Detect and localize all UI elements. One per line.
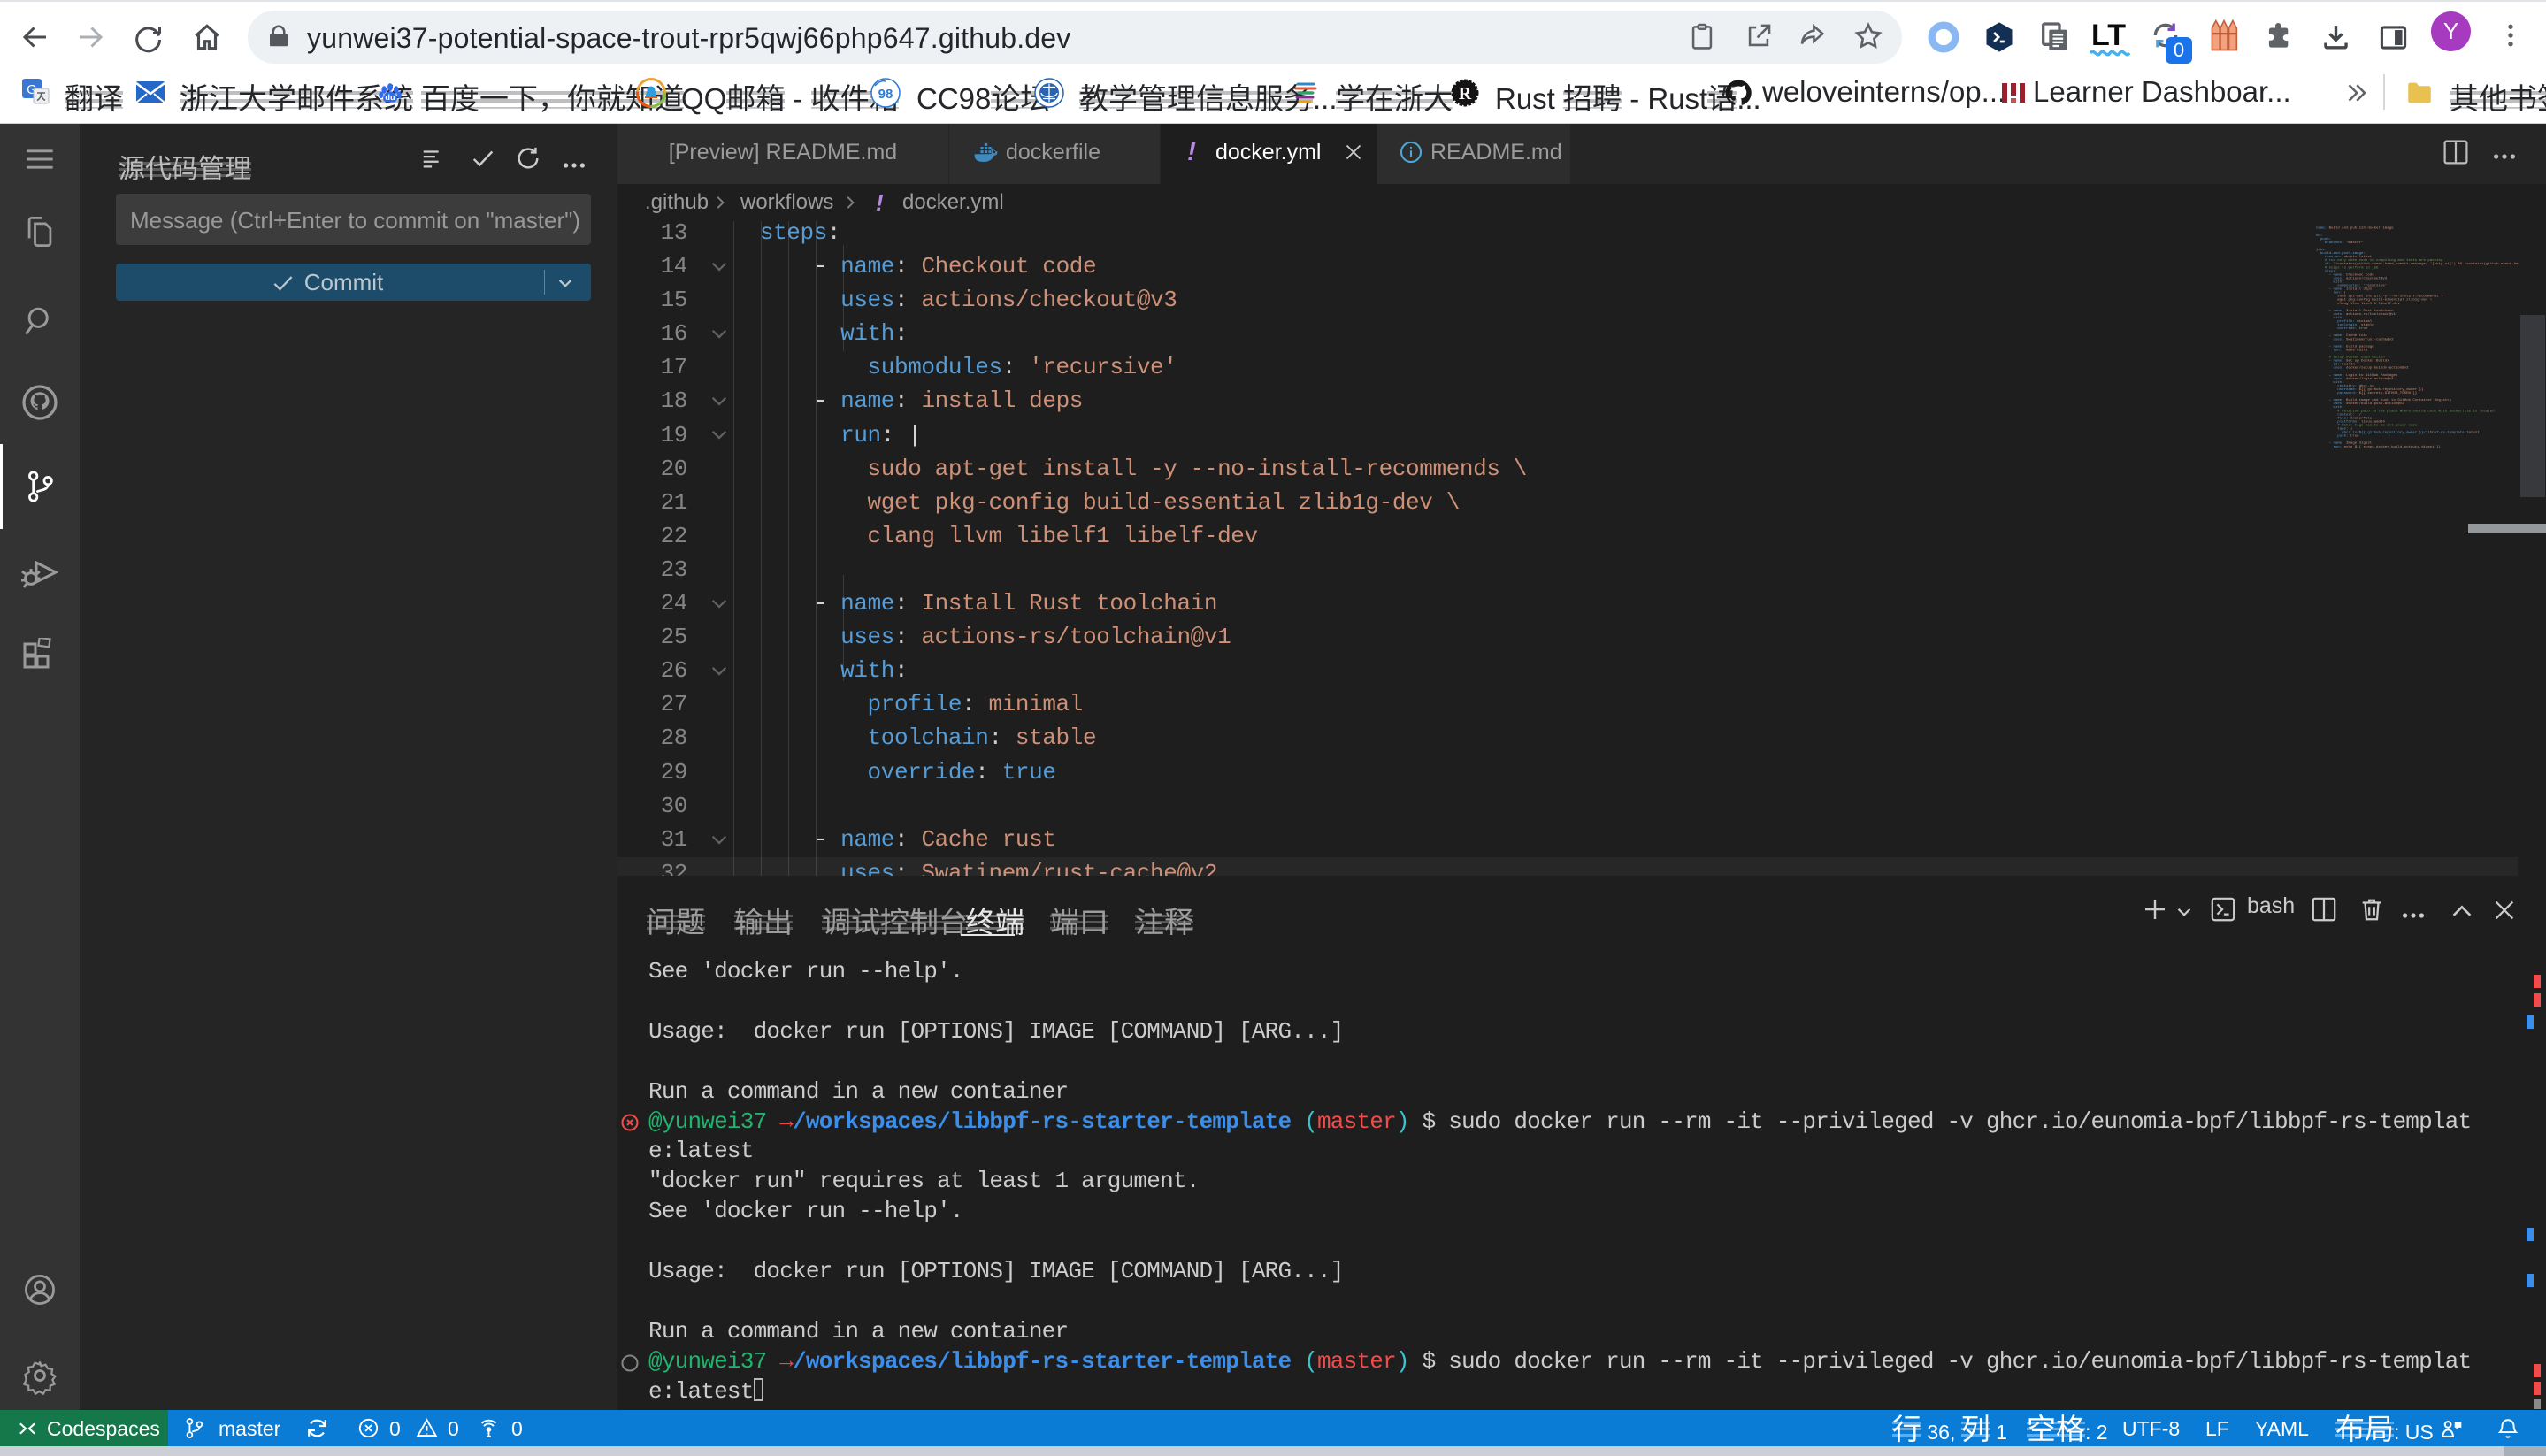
svg-text:98: 98 bbox=[878, 87, 893, 102]
svg-text:du: du bbox=[385, 93, 395, 102]
svg-text:R: R bbox=[1459, 84, 1472, 103]
